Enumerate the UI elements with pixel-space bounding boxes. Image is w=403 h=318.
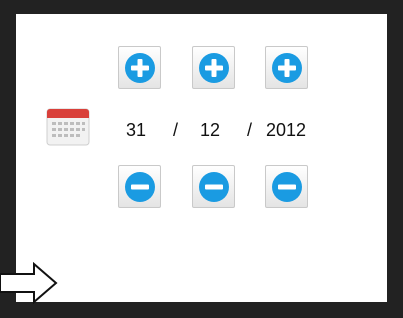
day-decrement-button[interactable]: [118, 165, 161, 208]
minus-circle-icon: [271, 171, 302, 202]
month-increment-button[interactable]: [192, 46, 235, 89]
plus-circle-icon: [124, 52, 155, 83]
year-value: 2012: [266, 120, 307, 140]
year-decrement-button[interactable]: [265, 165, 308, 208]
month-value: 12: [200, 120, 221, 140]
plus-circle-icon: [198, 52, 229, 83]
day-increment-button[interactable]: [118, 46, 161, 89]
minus-circle-icon: [198, 171, 229, 202]
day-value: 31: [126, 120, 147, 140]
plus-circle-icon: [271, 52, 302, 83]
minus-circle-icon: [124, 171, 155, 202]
arrow-right-icon: [0, 262, 58, 304]
date-separator: /: [173, 120, 179, 140]
year-increment-button[interactable]: [265, 46, 308, 89]
month-decrement-button[interactable]: [192, 165, 235, 208]
date-separator: /: [247, 120, 253, 140]
calendar-icon: [46, 108, 90, 146]
